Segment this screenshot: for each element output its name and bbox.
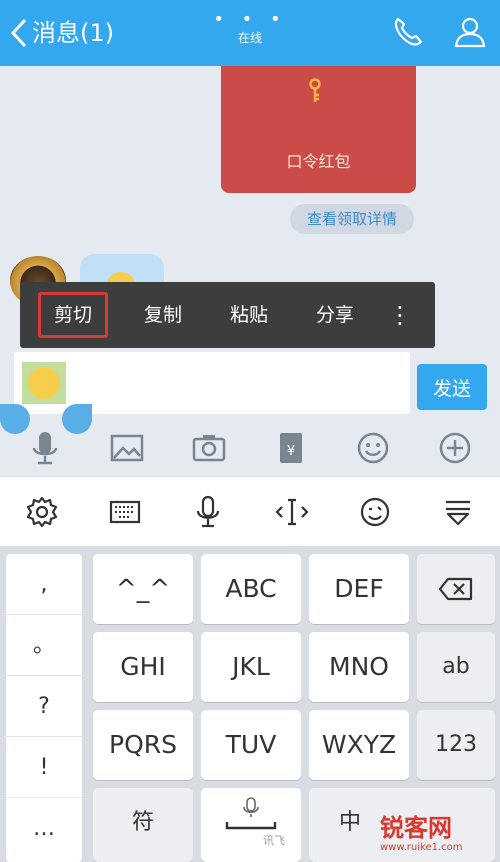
space-mic-icon [225, 797, 277, 830]
camera-icon[interactable] [189, 428, 229, 468]
key-tuv[interactable]: TUV [201, 710, 301, 780]
profile-icon[interactable] [452, 14, 488, 50]
key-pqrs[interactable]: PQRS [93, 710, 193, 780]
key-abc[interactable]: ABC [201, 554, 301, 624]
punctuation-column: , 。 ? ! … [6, 554, 82, 862]
view-detail-link[interactable]: 查看领取详情 [290, 204, 414, 234]
image-icon[interactable] [107, 428, 147, 468]
key-mno[interactable]: MNO [309, 632, 409, 702]
red-packet-label: 口令红包 [286, 152, 351, 171]
voice-input-icon[interactable] [188, 492, 228, 532]
backspace-icon [438, 577, 473, 601]
key-numbers[interactable]: 123 [417, 710, 495, 780]
menu-item-copy[interactable]: 复制 [120, 293, 206, 337]
backspace-key[interactable] [417, 554, 495, 624]
sleepy-face-icon [28, 367, 60, 399]
key-jkl[interactable]: JKL [201, 632, 301, 702]
phone-icon[interactable] [390, 14, 426, 50]
back-button[interactable]: 消息(1) [8, 16, 114, 50]
watermark-logo: 锐客网 www.ruike1.com [380, 814, 463, 853]
chat-header: 消息(1) • • • 在线 [0, 0, 500, 66]
key-emoticon[interactable]: ^_^ [93, 554, 193, 624]
menu-item-cut[interactable]: 剪切 [38, 292, 108, 338]
key-english-ab[interactable]: ab [417, 632, 495, 702]
key-symbols[interactable]: 符 [93, 788, 193, 862]
punct-key-comma[interactable]: , [6, 554, 82, 615]
menu-item-paste[interactable]: 粘贴 [206, 293, 292, 337]
send-button[interactable]: 发送 [417, 364, 487, 410]
contact-name-dots: • • • [213, 9, 287, 30]
key-wxyz[interactable]: WXYZ [309, 710, 409, 780]
key-icon [309, 78, 321, 102]
punct-key-question[interactable]: ? [6, 676, 82, 737]
contact-status[interactable]: • • • 在线 [200, 9, 300, 48]
chevron-left-icon [10, 18, 27, 48]
keyboard-icon[interactable] [105, 492, 145, 532]
ime-keyboard: , 。 ? ! … ^_^ ABC DEF GHI JKL MNO ab PQR… [0, 546, 500, 862]
ime-toolbar [0, 476, 500, 546]
punct-key-ellipsis[interactable]: … [6, 798, 82, 859]
microphone-icon[interactable] [25, 428, 65, 468]
back-label: 消息(1) [32, 19, 114, 47]
key-ghi[interactable]: GHI [93, 632, 193, 702]
punct-key-period[interactable]: 。 [6, 615, 82, 676]
selected-emoji-image[interactable] [22, 362, 66, 404]
context-menu: 剪切 复制 粘贴 分享 ⋮ [20, 282, 435, 348]
online-status: 在线 [237, 31, 262, 45]
voice-brand-label: 讯飞 [263, 834, 285, 847]
gear-icon[interactable] [22, 492, 62, 532]
menu-item-share[interactable]: 分享 [292, 293, 378, 337]
cursor-move-icon[interactable] [272, 492, 312, 532]
punct-key-exclaim[interactable]: ! [6, 737, 82, 798]
red-packet-icon[interactable]: ¥ [271, 428, 311, 468]
space-key[interactable] [201, 788, 301, 862]
chat-toolbar: ¥ [0, 420, 500, 476]
svg-text:¥: ¥ [287, 444, 295, 459]
emoji-icon[interactable] [353, 428, 393, 468]
hide-keyboard-icon[interactable] [438, 492, 478, 532]
emoticon-icon[interactable] [355, 492, 395, 532]
red-packet-message[interactable]: 口令红包 [221, 66, 416, 193]
plus-icon[interactable] [435, 428, 475, 468]
more-vertical-icon[interactable]: ⋮ [388, 303, 412, 327]
key-def[interactable]: DEF [309, 554, 409, 624]
